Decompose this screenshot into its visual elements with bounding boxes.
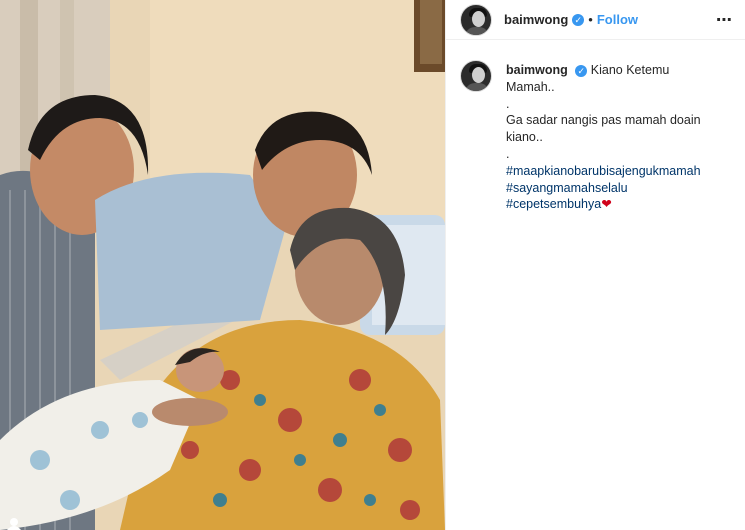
caption-text: baimwong ✓ Kiano Ketemu Mamah.. . Ga sad… — [506, 62, 721, 213]
caption-line-3: . — [506, 146, 510, 161]
post-side-panel: baimwong ✓ • Follow ⋯ baimwong ✓ Kiano K… — [445, 0, 745, 530]
caption-line-1: . — [506, 96, 510, 111]
caption-verified-badge-icon: ✓ — [575, 65, 588, 77]
separator-dot: • — [588, 12, 593, 27]
family-photo-illustration — [0, 0, 445, 530]
caption-comment: baimwong ✓ Kiano Ketemu Mamah.. . Ga sad… — [446, 40, 745, 213]
heart-icon: ❤ — [601, 197, 612, 212]
post-header: baimwong ✓ • Follow ⋯ — [446, 0, 745, 40]
verified-badge-icon: ✓ — [572, 13, 585, 26]
caption-username-link[interactable]: baimwong — [506, 63, 568, 77]
hashtag-link[interactable]: #cepetsembuhya — [506, 197, 601, 211]
more-options-icon[interactable]: ⋯ — [716, 10, 733, 30]
follow-button[interactable]: Follow — [597, 12, 638, 27]
post-photo[interactable] — [0, 0, 445, 530]
user-avatar[interactable] — [460, 3, 492, 36]
hashtag-link[interactable]: #sayangmamahselalu — [506, 181, 628, 195]
caption-avatar[interactable] — [460, 60, 492, 92]
caption-line-2: Ga sadar nangis pas mamah doain kiano.. — [506, 113, 701, 145]
username-link[interactable]: baimwong — [504, 12, 568, 27]
hashtag-link[interactable]: #maapkianobarubisajengukmamah — [506, 164, 701, 178]
